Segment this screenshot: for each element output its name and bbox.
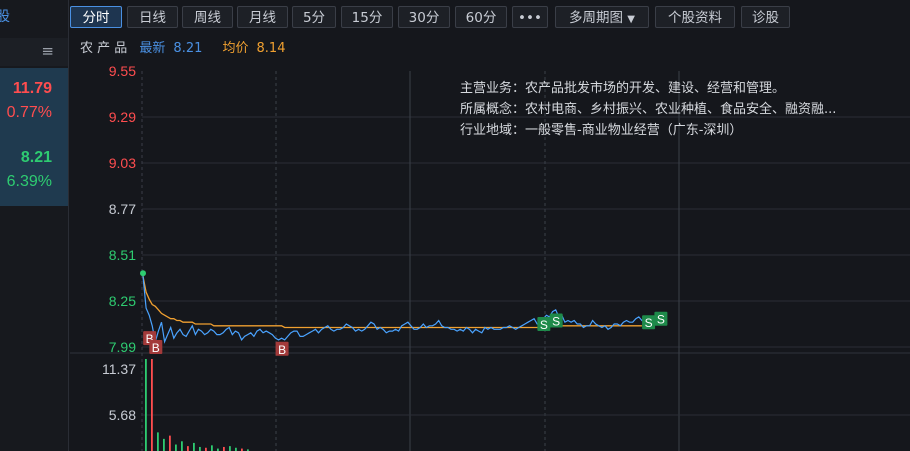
stock-profile-label: 个股资料 xyxy=(668,10,722,26)
latest-value: 8.21 xyxy=(173,41,203,56)
tab-weekly[interactable]: 周线 xyxy=(182,6,233,28)
avg-value: 8.14 xyxy=(256,41,286,56)
tab-60min[interactable]: 60分 xyxy=(455,6,507,28)
avg-price: 均价 8.14 xyxy=(223,41,294,56)
tab-intraday[interactable]: 分时 xyxy=(70,6,122,28)
multi-period-label: 多周期图 xyxy=(569,10,623,26)
volume-bar xyxy=(151,359,153,451)
tab-intraday-label: 分时 xyxy=(82,10,110,26)
watchlist-card[interactable]: 11.79 0.77% 8.21 6.39% xyxy=(0,68,68,206)
price-tick-label: 9.55 xyxy=(109,63,136,79)
price-tick-label: 8.77 xyxy=(109,201,136,217)
volume-bar xyxy=(199,446,201,451)
volume-tick-label: 5.68 xyxy=(109,407,136,423)
watchlist-value-2: 8.21 xyxy=(20,149,52,166)
industry: 行业地域：一般零售-商业物业经营（广东-深圳） xyxy=(460,123,743,138)
stock-name: 农 产 品 xyxy=(80,41,128,56)
tab-15min[interactable]: 15分 xyxy=(341,6,393,28)
tab-weekly-label: 周线 xyxy=(194,10,221,26)
volume-bar xyxy=(157,432,159,451)
latest-label: 最新 xyxy=(139,41,166,56)
watchlist-value-1: 11.79 xyxy=(12,80,52,97)
sell-marker-label: S xyxy=(552,314,560,328)
tab-daily-label: 日线 xyxy=(139,10,166,26)
watchlist-change-1: 0.77% xyxy=(6,104,52,121)
volume-bar xyxy=(211,445,213,451)
price-tick-label: 9.29 xyxy=(109,109,136,125)
tab-60min-label: 60分 xyxy=(465,10,497,26)
volume-bar xyxy=(181,441,183,451)
sell-marker-label: S xyxy=(657,313,665,327)
tab-5min-label: 5分 xyxy=(302,10,326,26)
watchlist-header: ≡ xyxy=(0,38,68,66)
watchlist-title[interactable]: 股 xyxy=(0,6,68,28)
watchlist-title-text: 股 xyxy=(0,9,10,25)
tab-monthly-label: 月线 xyxy=(249,10,276,26)
volume-bar xyxy=(145,359,147,451)
stock-profile-button[interactable]: 个股资料 xyxy=(655,6,735,28)
volume-bar xyxy=(169,435,171,451)
tab-30min-label: 30分 xyxy=(408,10,440,26)
watchlist-panel: 股 ≡ 11.79 0.77% 8.21 6.39% xyxy=(0,0,69,451)
latest-price: 最新 8.21 xyxy=(139,41,210,56)
sell-marker-label: S xyxy=(645,316,653,330)
buy-marker-label: B xyxy=(152,341,160,355)
quote-infobar: 农 产 品 最新 8.21 均价 8.14 xyxy=(80,37,301,56)
tab-5min[interactable]: 5分 xyxy=(292,6,336,28)
watchlist-change-2: 6.39% xyxy=(6,173,52,190)
sell-marker-label: S xyxy=(540,318,548,332)
avg-label: 均价 xyxy=(222,41,249,56)
buy-marker-label: B xyxy=(278,343,286,357)
volume-bar xyxy=(175,444,177,451)
price-line xyxy=(142,276,646,344)
multi-period-dropdown[interactable]: 多周期图 ▼ xyxy=(555,6,649,28)
concepts: 所属概念：农村电商、乡村振兴、农业种植、食品安全、融资融... xyxy=(460,102,837,117)
diagnose-label: 诊股 xyxy=(752,10,779,26)
main-business: 主营业务：农产品批发市场的开发、建设、经营和管理。 xyxy=(460,81,786,96)
diagnose-button[interactable]: 诊股 xyxy=(741,6,790,28)
tab-30min[interactable]: 30分 xyxy=(398,6,450,28)
chevron-down-icon: ▼ xyxy=(627,14,635,25)
volume-tick-label: 11.37 xyxy=(102,361,136,377)
stock-description: 主营业务：农产品批发市场的开发、建设、经营和管理。 所属概念：农村电商、乡村振兴… xyxy=(460,78,836,141)
open-dot xyxy=(140,270,146,277)
price-tick-label: 8.51 xyxy=(109,247,136,263)
tab-daily[interactable]: 日线 xyxy=(127,6,178,28)
tab-monthly[interactable]: 月线 xyxy=(237,6,288,28)
hamburger-icon[interactable]: ≡ xyxy=(41,42,54,60)
more-icon[interactable]: ••• xyxy=(512,6,548,28)
tab-15min-label: 15分 xyxy=(351,10,383,26)
price-tick-label: 7.99 xyxy=(109,339,136,355)
price-tick-label: 9.03 xyxy=(109,155,136,171)
price-tick-label: 8.25 xyxy=(109,293,136,309)
volume-bar xyxy=(193,442,195,451)
volume-bar xyxy=(163,438,165,451)
avg-price-line xyxy=(142,276,642,329)
volume-bar xyxy=(187,446,189,451)
volume-bar xyxy=(223,446,225,451)
more-dots: ••• xyxy=(518,10,542,26)
volume-bar xyxy=(229,446,231,451)
